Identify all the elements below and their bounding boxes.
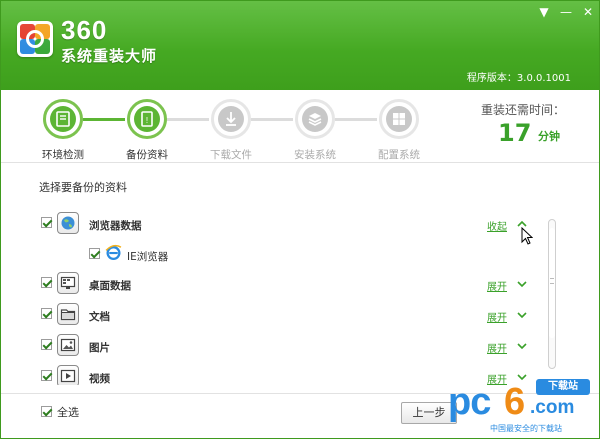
list-scrollbar[interactable]: [548, 219, 556, 369]
step-config: [379, 99, 419, 139]
picture-icon: [57, 334, 79, 356]
connector-3: [251, 118, 293, 121]
scrollbar-thumb[interactable]: [549, 228, 555, 338]
chevron-down-icon[interactable]: [517, 310, 527, 320]
app-logo-icon: [17, 21, 53, 57]
menu-button[interactable]: ▼: [535, 5, 553, 19]
minimize-button[interactable]: —: [557, 5, 575, 19]
checkbox-desktop[interactable]: [41, 277, 52, 288]
checkbox-videos[interactable]: [41, 370, 52, 381]
globe-icon: [57, 212, 79, 234]
collapse-browser-link[interactable]: 收起: [487, 218, 507, 233]
folder-icon: [57, 303, 79, 325]
label-pictures: 图片: [89, 342, 110, 354]
chevron-down-icon[interactable]: [517, 341, 527, 351]
checkbox-pictures[interactable]: [41, 339, 52, 350]
backup-list: 浏览器数据 收起 IE浏览器 桌面数据 展开 文档 展开 图片 展开 视频 展开: [29, 205, 571, 385]
progress-steps: ! 环境检测 备份资料 下载文件 安装系统 配置系统 重装还需时间： 17 分钟: [1, 91, 599, 163]
video-icon: [57, 365, 79, 385]
section-title: 选择要备份的资料: [39, 181, 127, 194]
step-label-env: 环境检测: [42, 149, 84, 161]
ie-icon: [105, 244, 122, 261]
remaining-time-unit: 分钟: [538, 130, 560, 143]
watermark-com-text: .com: [530, 397, 575, 418]
brand-number: 360: [61, 15, 108, 45]
connector-2: [167, 118, 209, 121]
windows-icon: [393, 113, 405, 125]
desktop-icon: [57, 272, 79, 294]
connector-4: [335, 118, 377, 121]
list-item-documents: 文档 展开: [29, 300, 549, 328]
label-desktop: 桌面数据: [89, 280, 131, 292]
download-icon: [226, 112, 236, 126]
list-item-browser: 浏览器数据 收起: [29, 209, 549, 237]
list-item-pictures: 图片 展开: [29, 331, 549, 359]
remaining-time-title: 重装还需时间：: [481, 103, 566, 117]
version-label: 程序版本：3.0.0.1001: [466, 73, 571, 84]
label-ie: IE浏览器: [127, 251, 169, 263]
app-window: 360 系统重装大师 程序版本：3.0.0.1001 ▼ — ✕ ! 环境检测 …: [0, 0, 600, 439]
step-download: [211, 99, 251, 139]
brand-name: 系统重装大师: [61, 47, 158, 65]
expand-pictures-link[interactable]: 展开: [487, 340, 507, 355]
step-label-download: 下载文件: [210, 149, 252, 161]
step-backup: !: [127, 99, 167, 139]
watermark-six-text: 6: [504, 381, 526, 423]
backup-content: 选择要备份的资料 浏览器数据 收起 IE浏览器 桌面数据 展开 文档 展开 图片…: [29, 163, 571, 391]
close-button[interactable]: ✕: [579, 5, 597, 19]
expand-desktop-link[interactable]: 展开: [487, 278, 507, 293]
watermark-pc-text: pc: [448, 381, 491, 423]
svg-text:!: !: [146, 116, 148, 125]
label-browser: 浏览器数据: [89, 220, 142, 232]
step-label-install: 安装系统: [294, 149, 336, 161]
document-icon: !: [141, 111, 153, 127]
label-videos: 视频: [89, 373, 110, 385]
select-all-label[interactable]: 全选: [57, 404, 79, 420]
step-label-config: 配置系统: [378, 149, 420, 161]
monitor-icon: [56, 111, 70, 127]
header-bar: 360 系统重装大师 程序版本：3.0.0.1001 ▼ — ✕: [1, 1, 599, 90]
pc6-watermark-logo: pc 6 下载站 .com 中国最安全的下载站: [448, 375, 599, 438]
checkbox-documents[interactable]: [41, 308, 52, 319]
step-install: [295, 99, 335, 139]
list-item-ie: IE浏览器: [29, 241, 549, 269]
expand-documents-link[interactable]: 展开: [487, 309, 507, 324]
connector-1: [83, 118, 125, 121]
label-documents: 文档: [89, 311, 110, 323]
watermark-tag: 下载站: [536, 379, 590, 395]
list-item-desktop: 桌面数据 展开: [29, 269, 549, 297]
grip-icon: [550, 278, 554, 284]
select-all-checkbox[interactable]: [41, 406, 52, 417]
checkbox-ie[interactable]: [89, 248, 100, 259]
chevron-down-icon[interactable]: [517, 279, 527, 289]
step-env-check: [43, 99, 83, 139]
remaining-time-value: 17: [498, 119, 532, 147]
install-icon: [308, 113, 322, 126]
step-label-backup: 备份资料: [126, 149, 168, 161]
checkbox-browser[interactable]: [41, 217, 52, 228]
mouse-cursor-icon: [521, 227, 533, 245]
watermark-subtitle: 中国最安全的下载站: [490, 424, 562, 433]
